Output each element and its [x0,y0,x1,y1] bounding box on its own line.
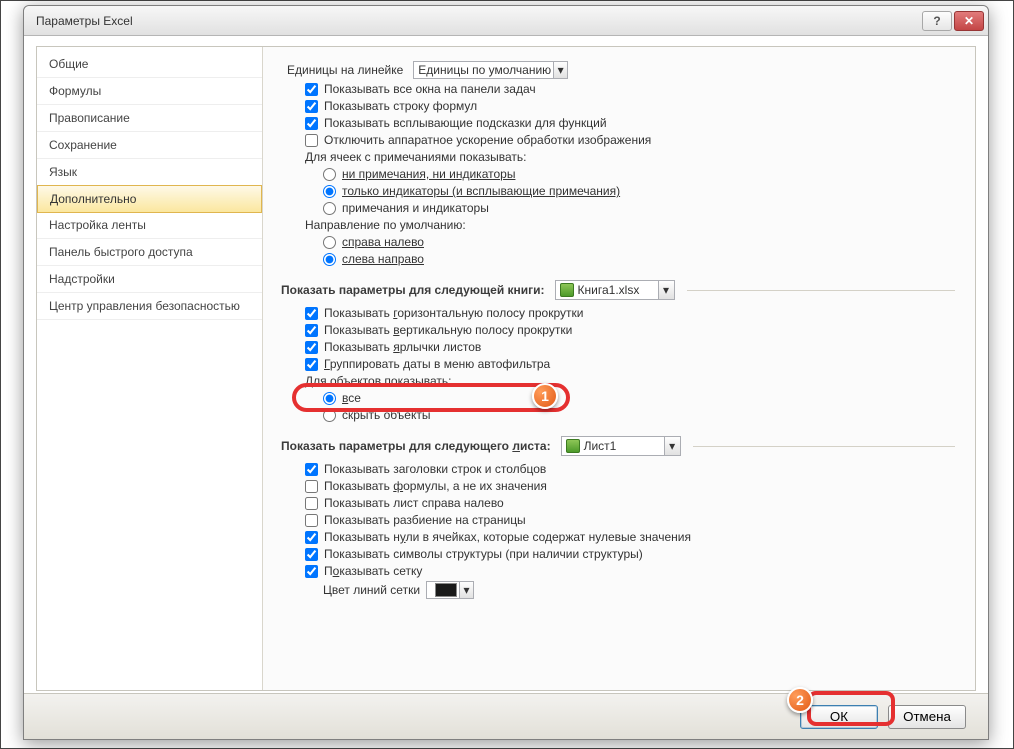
comments-label: Для ячеек с примечаниями показывать: [305,150,527,164]
annotation-highlight-1 [292,383,570,412]
chevron-down-icon: ▾ [459,582,473,598]
chevron-down-icon: ▾ [553,62,567,78]
annotation-badge-1: 1 [532,383,558,409]
direction-label: Направление по умолчанию: [305,218,466,232]
color-swatch-icon [435,583,457,597]
titlebar: Параметры Excel ? ✕ [24,6,988,36]
annotation-badge-2: 2 [787,687,813,713]
show-gridlines-checkbox[interactable] [305,565,318,578]
disable-hw-accel-checkbox[interactable] [305,134,318,147]
gridline-color-label: Цвет линий сетки [323,583,420,597]
show-windows-taskbar-checkbox[interactable] [305,83,318,96]
sheet-group-header: Показать параметры для следующего листа:… [281,436,955,456]
show-outline-checkbox[interactable] [305,548,318,561]
show-sheet-tabs-checkbox[interactable] [305,341,318,354]
gridline-color-select[interactable]: ▾ [426,581,474,599]
ruler-units-label: Единицы на линейке [287,63,403,77]
dialog-window: Параметры Excel ? ✕ Общие Формулы Правоп… [23,5,989,740]
main-panel: Единицы на линейке Единицы по умолчанию … [263,47,975,690]
book-group-header: Показать параметры для следующей книги: … [281,280,955,300]
workbook-icon [560,283,574,297]
sidebar-item-ribbon[interactable]: Настройка ленты [37,212,262,239]
comments-indicators-radio[interactable] [323,185,336,198]
window-title: Параметры Excel [36,14,920,28]
help-button[interactable]: ? [922,11,952,31]
sidebar: Общие Формулы Правописание Сохранение Яз… [37,47,263,690]
chevron-down-icon: ▾ [658,281,674,299]
sidebar-item-save[interactable]: Сохранение [37,132,262,159]
close-button[interactable]: ✕ [954,11,984,31]
chevron-down-icon: ▾ [664,437,680,455]
sidebar-item-formulas[interactable]: Формулы [37,78,262,105]
show-page-breaks-checkbox[interactable] [305,514,318,527]
worksheet-icon [566,439,580,453]
direction-rtl-radio[interactable] [323,236,336,249]
sidebar-item-qat[interactable]: Панель быстрого доступа [37,239,262,266]
sidebar-item-language[interactable]: Язык [37,159,262,186]
sidebar-item-trust[interactable]: Центр управления безопасностью [37,293,262,320]
show-hscroll-checkbox[interactable] [305,307,318,320]
show-formula-bar-checkbox[interactable] [305,100,318,113]
show-zeros-checkbox[interactable] [305,531,318,544]
sheet-rtl-checkbox[interactable] [305,497,318,510]
direction-ltr-radio[interactable] [323,253,336,266]
show-formulas-checkbox[interactable] [305,480,318,493]
show-function-tooltips-checkbox[interactable] [305,117,318,130]
comments-both-radio[interactable] [323,202,336,215]
sidebar-item-advanced[interactable]: Дополнительно [37,185,262,213]
sidebar-item-addins[interactable]: Надстройки [37,266,262,293]
show-headers-checkbox[interactable] [305,463,318,476]
annotation-highlight-2 [807,691,895,726]
cancel-button[interactable]: Отмена [888,705,966,729]
ruler-units-select[interactable]: Единицы по умолчанию ▾ [413,61,568,79]
group-dates-checkbox[interactable] [305,358,318,371]
book-select[interactable]: Книга1.xlsx ▾ [555,280,675,300]
sidebar-item-general[interactable]: Общие [37,51,262,78]
comments-none-radio[interactable] [323,168,336,181]
sheet-select[interactable]: Лист1 ▾ [561,436,681,456]
close-icon: ✕ [964,14,974,28]
sidebar-item-proofing[interactable]: Правописание [37,105,262,132]
show-vscroll-checkbox[interactable] [305,324,318,337]
